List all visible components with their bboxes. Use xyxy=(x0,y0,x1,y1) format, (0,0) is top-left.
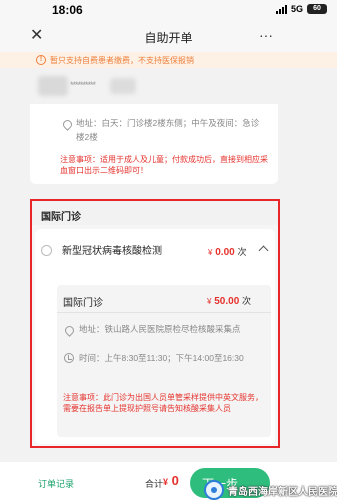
location-icon xyxy=(61,118,74,131)
item-price-symbol: ¥ xyxy=(208,248,213,257)
total-label: 合计 xyxy=(145,479,164,489)
previous-address: 地址：白天：门诊楼2楼东侧；中午及夜间：急诊楼2楼 xyxy=(76,118,260,142)
watermark-text: 青岛西海岸新区人民医院 xyxy=(228,486,337,498)
item-price-unit: 次 xyxy=(237,247,247,257)
order-record-link[interactable]: 订单记录 xyxy=(38,477,74,490)
total-amount: ¥ 0 xyxy=(163,473,179,488)
total-symbol: ¥ xyxy=(163,477,169,487)
clock-icon xyxy=(64,353,74,363)
nav-bar: ✕ 自助开单 ··· xyxy=(0,22,337,52)
blurred-patient-name xyxy=(38,76,68,96)
previous-item-card: 地址：白天：门诊楼2楼东侧；中午及夜间：急诊楼2楼 注意事项：适用于成人及儿童；… xyxy=(30,104,278,184)
clinic-option-box[interactable]: 国际门诊 ¥ 50.00 次 地址：铁山路人民医院原检尽检核酸采集点 时间：上午… xyxy=(57,285,271,437)
clinic-time: 时间：上午8:30至11:30；下午14:00至16:30 xyxy=(79,353,244,363)
clinic-price-symbol: ¥ xyxy=(207,297,212,306)
patient-masked-id: ********** xyxy=(70,80,96,90)
clinic-caution: 注意事项：此门诊为出国人员单管采样提供中英文服务，需要在报告单上提现护照号请告知… xyxy=(63,393,263,413)
status-bar: 18:06 5G 60 xyxy=(0,0,337,22)
signal-icon xyxy=(275,4,287,14)
test-item-card: 新型冠状病毒核酸检测 ¥ 0.00 次 国际门诊 ¥ 50.00 次 地址：铁山… xyxy=(35,229,275,444)
section-title: 国际门诊 xyxy=(41,212,81,223)
clinic-price-value: 50.00 xyxy=(214,296,240,307)
chevron-up-icon[interactable] xyxy=(258,245,269,256)
item-name: 新型冠状病毒核酸检测 xyxy=(62,246,162,257)
warning-icon: ! xyxy=(36,55,46,65)
notice-text: 暂只支持自费患者缴费，不支持医保报销 xyxy=(50,56,194,65)
battery-icon: 60 xyxy=(307,4,327,14)
status-indicators: 5G 60 xyxy=(275,4,327,14)
section-header: 国际门诊 xyxy=(32,201,278,225)
page-title: 自助开单 xyxy=(144,31,193,45)
location-icon xyxy=(63,324,76,337)
patient-selector[interactable]: ********** xyxy=(0,68,337,104)
total-value: 0 xyxy=(171,473,179,488)
hospital-logo-icon xyxy=(204,480,224,500)
item-price: ¥ 0.00 次 xyxy=(208,245,247,258)
network-label: 5G xyxy=(290,4,303,14)
clinic-option-price: ¥ 50.00 次 xyxy=(207,294,251,307)
previous-caution: 注意事项：适用于成人及儿童；付款成功后，直接到相应采血窗口出示二维码即可！ xyxy=(60,155,268,175)
more-options-icon[interactable]: ··· xyxy=(259,27,273,43)
status-time: 18:06 xyxy=(52,3,83,17)
item-radio[interactable] xyxy=(41,245,52,256)
blurred-patient-info xyxy=(110,78,136,94)
clinic-price-unit: 次 xyxy=(242,296,252,306)
watermark: 青岛西海岸新区人民医院 xyxy=(204,479,337,501)
item-price-value: 0.00 xyxy=(215,247,235,258)
notice-bar: ! 暂只支持自费患者缴费，不支持医保报销 xyxy=(0,52,337,68)
divider xyxy=(57,312,271,313)
international-clinic-section: 国际门诊 新型冠状病毒核酸检测 ¥ 0.00 次 国际门诊 ¥ 50.00 次 … xyxy=(30,199,280,448)
clinic-option-name: 国际门诊 xyxy=(63,298,103,309)
clinic-address: 地址：铁山路人民医院原检尽检核酸采集点 xyxy=(79,324,241,334)
